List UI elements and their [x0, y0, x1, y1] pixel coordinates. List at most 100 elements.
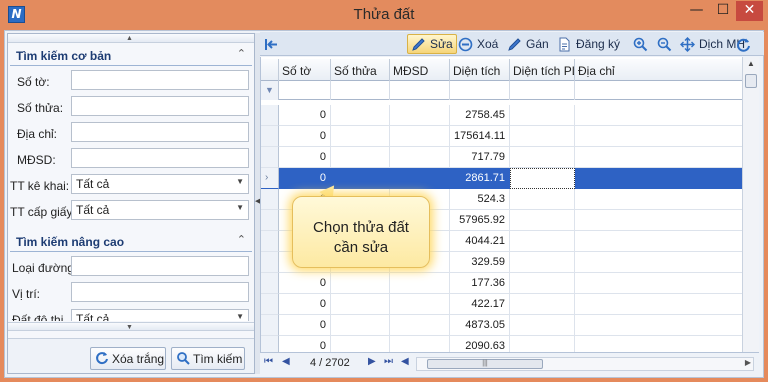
table-row[interactable]: 0 717.79: [261, 147, 742, 168]
vertical-scrollbar[interactable]: ▲: [742, 57, 759, 352]
dat-do-thi-select[interactable]: Tất cả ▼: [71, 309, 249, 321]
scroll-right-icon[interactable]: ▶: [745, 358, 751, 367]
cell-so-to[interactable]: 0: [279, 147, 331, 168]
table-row[interactable]: 0 2758.45: [261, 105, 742, 126]
hscroll-thumb[interactable]: |||: [427, 359, 543, 369]
table-cell[interactable]: [331, 315, 390, 336]
collapse-icon[interactable]: ⌃: [237, 233, 246, 246]
filter-cell[interactable]: [510, 81, 575, 100]
loai-duong-input[interactable]: [71, 256, 249, 276]
scroll-thumb[interactable]: [745, 74, 757, 88]
table-row[interactable]: 0 175614.11: [261, 126, 742, 147]
mdsd-input[interactable]: [71, 148, 249, 168]
basic-search-header[interactable]: Tìm kiếm cơ bản ⌃: [10, 46, 252, 66]
panel-scroll-up[interactable]: ▲: [8, 34, 254, 43]
scroll-left-icon[interactable]: ◀: [401, 356, 409, 367]
col-header-dia-chi[interactable]: Địa chỉ: [575, 59, 742, 81]
cell-dien-tich[interactable]: 329.59: [450, 252, 510, 273]
clear-button[interactable]: Xóa trắng: [90, 347, 166, 370]
scroll-up-icon[interactable]: ▲: [747, 59, 755, 68]
cell-dien-tich[interactable]: 2758.45: [450, 105, 510, 126]
table-cell[interactable]: [390, 168, 450, 189]
table-cell[interactable]: [575, 189, 742, 210]
next-record-icon[interactable]: ▶: [368, 356, 376, 367]
advanced-search-header[interactable]: Tìm kiếm nâng cao ⌃: [10, 232, 252, 252]
collapse-panel-button[interactable]: [264, 34, 283, 54]
table-cell[interactable]: [331, 147, 390, 168]
cell-dien-tich[interactable]: 57965.92: [450, 210, 510, 231]
table-cell[interactable]: [390, 294, 450, 315]
table-cell[interactable]: [510, 147, 575, 168]
cell-so-to[interactable]: 0: [279, 105, 331, 126]
table-cell[interactable]: [575, 210, 742, 231]
cell-so-to[interactable]: 0: [279, 336, 331, 352]
table-row[interactable]: 0 422.17: [261, 294, 742, 315]
cell-dien-tich[interactable]: 2861.71: [450, 168, 510, 189]
table-cell[interactable]: [390, 126, 450, 147]
vi-tri-input[interactable]: [71, 282, 249, 302]
close-button[interactable]: ✕: [736, 1, 763, 21]
last-record-icon[interactable]: ⏭: [384, 356, 393, 367]
tt-ke-khai-select[interactable]: Tất cả ▼: [71, 174, 249, 194]
prev-record-icon[interactable]: ◀: [282, 356, 290, 367]
assign-button[interactable]: Gán: [507, 34, 549, 54]
cell-dien-tich[interactable]: 4044.21: [450, 231, 510, 252]
table-cell[interactable]: [575, 315, 742, 336]
search-button[interactable]: Tìm kiếm: [171, 347, 245, 370]
panel-scroll-down[interactable]: ▼: [8, 322, 254, 331]
cell-so-to[interactable]: 0: [279, 294, 331, 315]
table-cell[interactable]: [575, 126, 742, 147]
table-cell[interactable]: [331, 294, 390, 315]
filter-row[interactable]: ▼: [261, 81, 742, 100]
table-row[interactable]: 0 4873.05: [261, 315, 742, 336]
table-cell[interactable]: [575, 147, 742, 168]
table-row[interactable]: 0 2090.63: [261, 336, 742, 352]
table-cell[interactable]: [510, 168, 575, 189]
table-cell[interactable]: [510, 189, 575, 210]
horizontal-scrollbar[interactable]: ||| ▶: [416, 357, 754, 371]
col-header-so-thua[interactable]: Số thửa: [331, 59, 390, 81]
delete-button[interactable]: Xoá: [458, 34, 498, 54]
register-button[interactable]: Đăng ký: [557, 34, 620, 54]
filter-cell[interactable]: [575, 81, 742, 100]
cell-dien-tich[interactable]: 177.36: [450, 273, 510, 294]
cell-so-to[interactable]: 0: [279, 315, 331, 336]
zoom-out-button[interactable]: [657, 34, 676, 54]
table-cell[interactable]: [510, 336, 575, 352]
table-cell[interactable]: [575, 231, 742, 252]
table-cell[interactable]: [510, 252, 575, 273]
filter-cell[interactable]: [450, 81, 510, 100]
col-header-so-to[interactable]: Số tờ: [279, 59, 331, 81]
col-header-dien-tich-pl[interactable]: Diện tích PL: [510, 59, 575, 81]
table-cell[interactable]: [331, 126, 390, 147]
col-header-dien-tich[interactable]: Diện tích: [450, 59, 510, 81]
so-thua-input[interactable]: [71, 96, 249, 116]
cell-dien-tich[interactable]: 4873.05: [450, 315, 510, 336]
table-cell[interactable]: [390, 105, 450, 126]
maximize-button[interactable]: ☐: [710, 1, 736, 21]
table-cell[interactable]: [390, 147, 450, 168]
filter-cell[interactable]: [331, 81, 390, 100]
cell-dien-tich[interactable]: 175614.11: [450, 126, 510, 147]
cell-dien-tich[interactable]: 717.79: [450, 147, 510, 168]
table-cell[interactable]: [390, 336, 450, 352]
minimize-button[interactable]: —: [683, 1, 710, 21]
table-cell[interactable]: [575, 252, 742, 273]
table-cell[interactable]: [510, 273, 575, 294]
table-cell[interactable]: [510, 126, 575, 147]
dia-chi-input[interactable]: [71, 122, 249, 142]
table-cell[interactable]: [575, 336, 742, 352]
cell-dien-tich[interactable]: 524.3: [450, 189, 510, 210]
cell-so-to[interactable]: 0: [279, 126, 331, 147]
table-cell[interactable]: [331, 105, 390, 126]
table-cell[interactable]: [510, 294, 575, 315]
table-cell[interactable]: [510, 315, 575, 336]
so-to-input[interactable]: [71, 70, 249, 90]
table-cell[interactable]: [331, 336, 390, 352]
first-record-icon[interactable]: ⏮: [264, 356, 273, 367]
table-cell[interactable]: [575, 294, 742, 315]
cell-so-to[interactable]: 0: [279, 273, 331, 294]
table-cell[interactable]: [331, 273, 390, 294]
table-cell[interactable]: [575, 168, 742, 189]
cell-dien-tich[interactable]: 422.17: [450, 294, 510, 315]
